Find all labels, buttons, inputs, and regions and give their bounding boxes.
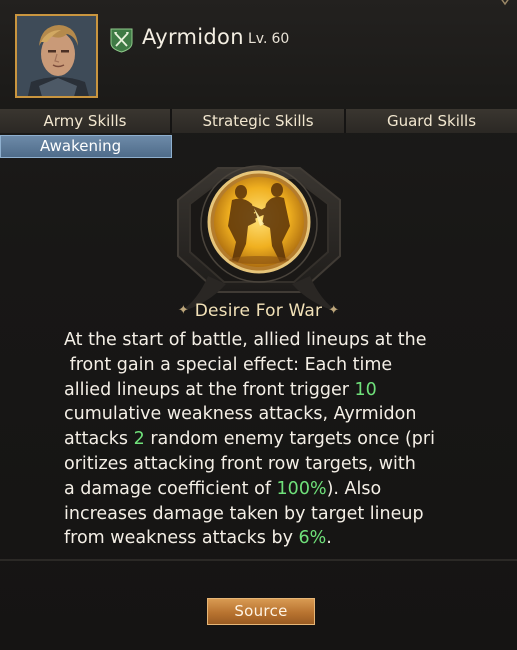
hero-name: Ayrmidon [142,25,244,49]
hero-skill-panel: Ayrmidon Lv. 60 Army Skills Strategic Ski… [0,0,517,650]
corner-decoration-icon [501,0,509,6]
hero-portrait-image [17,16,96,96]
skill-name: Desire For War [194,301,323,321]
hero-level-value: 60 [271,31,290,47]
skill-emblem-icon [177,165,341,312]
skill-tabs: Army Skills Strategic Skills Guard Skill… [0,109,517,133]
hero-portrait[interactable] [15,14,98,98]
tab-strategic-skills[interactable]: Strategic Skills [172,109,346,133]
skill-value: 2 [133,429,145,450]
skill-description: At the start of battle, allied lineups a… [64,328,464,551]
sparkle-icon: ✦ [177,303,189,318]
skill-value: 10 [354,379,377,400]
tab-guard-skills[interactable]: Guard Skills [346,109,517,133]
section-divider [0,559,517,561]
sparkle-icon: ✦ [328,303,340,318]
hero-header: Ayrmidon Lv. 60 [0,0,517,106]
skill-value: 6% [298,528,327,549]
skill-desc-text: . [326,528,332,549]
source-button[interactable]: Source [207,598,315,625]
tab-awakening[interactable]: Awakening [0,135,172,158]
tab-army-skills[interactable]: Army Skills [0,109,172,133]
crossed-swords-shield-icon [110,28,133,53]
skill-value: 100% [276,478,327,499]
hero-level-prefix: Lv. [248,31,268,47]
skill-title-row: ✦ Desire For War ✦ [0,301,517,323]
hero-level: Lv. 60 [248,31,289,47]
